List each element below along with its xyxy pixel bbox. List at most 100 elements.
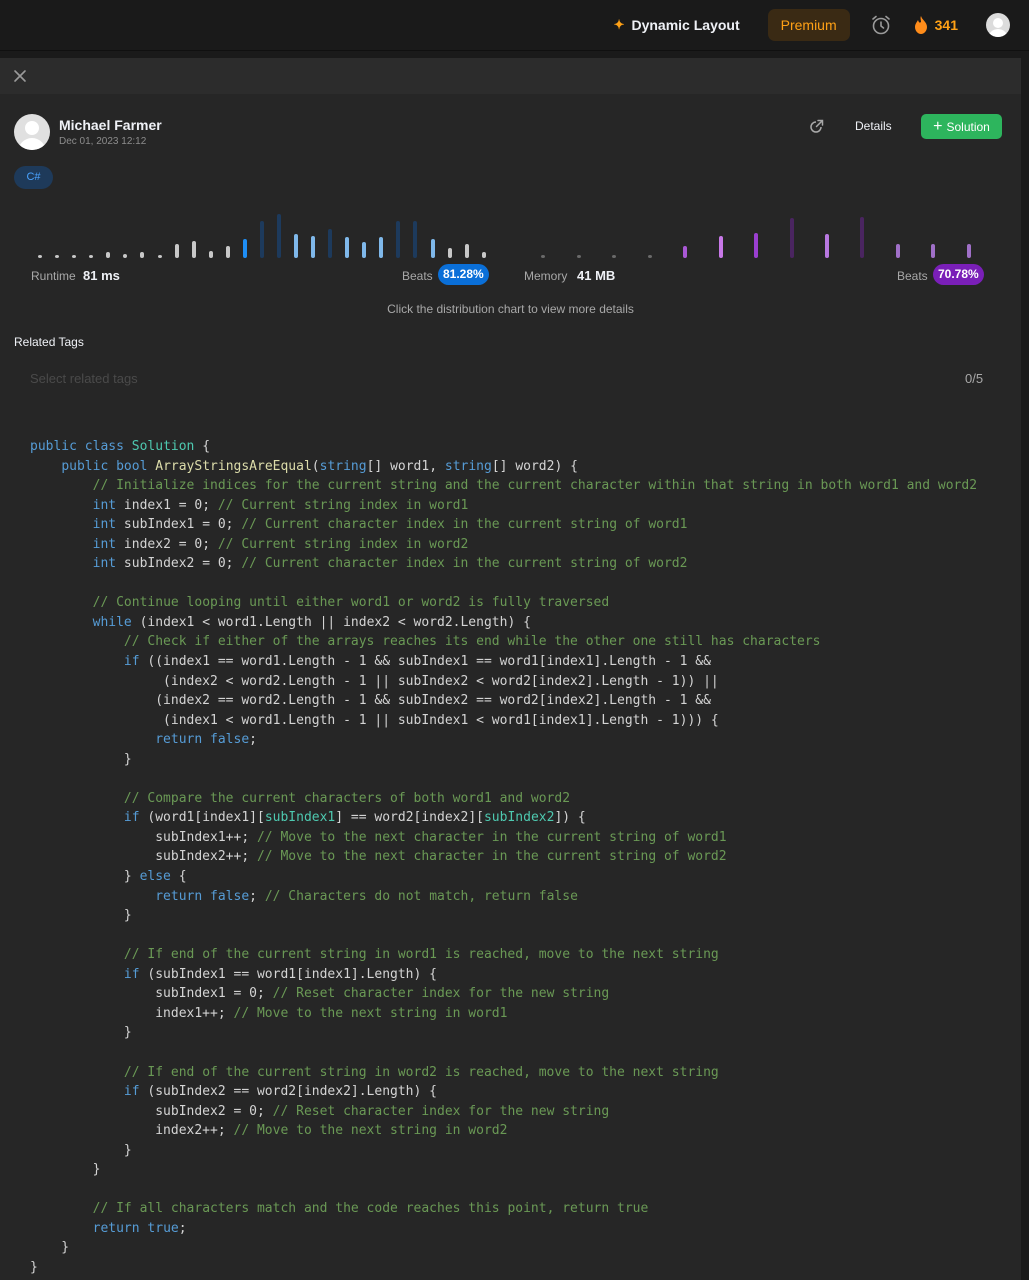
code-line: subIndex1++; // Move to the next charact… (30, 828, 977, 848)
code-token: // Characters do not match, return false (264, 888, 578, 904)
sparkle-icon: ✦ (613, 17, 625, 32)
distribution-bar[interactable] (175, 244, 179, 258)
code-token: (index2 < word2.Length - 1 || subIndex2 … (30, 673, 719, 689)
related-tags-input[interactable]: Select related tags (30, 371, 138, 386)
distribution-bar[interactable] (209, 251, 213, 258)
code-token: (subIndex2 == word2[index2].Length) { (139, 1084, 437, 1100)
distribution-bar[interactable] (648, 255, 652, 258)
distribution-bar[interactable] (89, 255, 93, 258)
details-button[interactable]: Details (855, 119, 892, 133)
distribution-bar[interactable] (431, 239, 435, 258)
premium-button[interactable]: Premium (767, 9, 850, 41)
code-token: int (92, 517, 117, 533)
code-token: subIndex1 = 0; (30, 986, 273, 1002)
code-token: subIndex2 = 0; (30, 1103, 273, 1119)
distribution-bar[interactable] (294, 234, 298, 258)
code-token: if (123, 966, 140, 982)
distribution-bar[interactable] (541, 255, 545, 258)
distribution-bar[interactable] (790, 218, 794, 258)
distribution-bar[interactable] (72, 255, 76, 258)
distribution-bar[interactable] (413, 221, 417, 258)
distribution-bar[interactable] (123, 254, 127, 258)
code-token: return (155, 888, 203, 904)
code-token: index2++; (30, 1123, 234, 1139)
distribution-bar[interactable] (345, 237, 349, 258)
code-line: subIndex2++; // Move to the next charact… (30, 847, 977, 867)
author-avatar[interactable] (14, 114, 50, 150)
author-name[interactable]: Michael Farmer (59, 117, 162, 133)
distribution-bar[interactable] (448, 248, 452, 258)
distribution-bar[interactable] (482, 252, 486, 258)
distribution-bar[interactable] (158, 255, 162, 258)
code-token: // Move to the next string in word2 (233, 1123, 508, 1139)
distribution-bar[interactable] (277, 214, 281, 258)
code-token: false (210, 888, 250, 904)
code-line: if ((index1 == word1.Length - 1 && subIn… (30, 652, 977, 672)
distribution-chart[interactable] (30, 206, 990, 258)
code-token: subIndex1 = 0; (116, 517, 242, 533)
distribution-bar[interactable] (38, 255, 42, 258)
share-icon[interactable] (808, 119, 824, 135)
solution-button[interactable]: + Solution (921, 114, 1002, 139)
code-line: if (subIndex1 == word1[index1].Length) { (30, 965, 977, 985)
distribution-bar[interactable] (379, 237, 383, 258)
code-line: (index2 == word2.Length - 1 && subIndex2… (30, 691, 977, 711)
distribution-bar[interactable] (55, 255, 59, 258)
distribution-bar[interactable] (226, 246, 230, 258)
distribution-bar[interactable] (931, 244, 935, 258)
distribution-bar[interactable] (860, 217, 864, 258)
distribution-bar[interactable] (106, 252, 110, 258)
distribution-bar[interactable] (362, 242, 366, 258)
distribution-bar[interactable] (328, 229, 332, 258)
distribution-bar[interactable] (612, 255, 616, 258)
distribution-bar[interactable] (754, 233, 758, 258)
code-line: // Compare the current characters of bot… (30, 789, 977, 809)
code-line: public class Solution { (30, 437, 977, 457)
code-line: // If all characters match and the code … (30, 1199, 977, 1219)
distribution-bar[interactable] (896, 244, 900, 258)
user-avatar[interactable] (986, 13, 1010, 37)
distribution-bar[interactable] (465, 244, 469, 258)
memory-beats-label: Beats (897, 269, 928, 283)
distribution-bar[interactable] (243, 239, 247, 258)
code-token: subIndex1++; (30, 829, 257, 845)
distribution-bar[interactable] (683, 246, 687, 258)
distribution-bar[interactable] (719, 236, 723, 258)
distribution-bar[interactable] (311, 236, 315, 258)
close-icon[interactable] (13, 69, 27, 83)
code-token: { (170, 869, 187, 885)
related-tags-count: 0/5 (965, 371, 984, 386)
code-line: int index2 = 0; // Current string index … (30, 535, 977, 555)
distribution-bar[interactable] (577, 255, 581, 258)
distribution-bar[interactable] (396, 221, 400, 258)
code-token: subIndex2 = 0; (116, 556, 242, 572)
alarm-clock-icon[interactable] (870, 14, 892, 36)
code-token: // If all characters match and the code … (92, 1201, 649, 1217)
distribution-bar[interactable] (825, 234, 829, 258)
distribution-bar[interactable] (967, 244, 971, 258)
code-line: int subIndex1 = 0; // Current character … (30, 515, 977, 535)
distribution-bar[interactable] (192, 241, 196, 258)
code-token: (index1 < word1.Length - 1 || subIndex1 … (30, 712, 719, 728)
code-token: } (30, 1240, 70, 1256)
code-line: subIndex1 = 0; // Reset character index … (30, 984, 977, 1004)
code-token: } (30, 908, 132, 924)
distribution-bar[interactable] (140, 252, 144, 258)
streak-counter[interactable]: 341 (914, 16, 958, 34)
dynamic-layout-button[interactable]: ✦ Dynamic Layout (614, 17, 740, 33)
code-token: true (147, 1220, 179, 1236)
distribution-bar[interactable] (260, 221, 264, 258)
